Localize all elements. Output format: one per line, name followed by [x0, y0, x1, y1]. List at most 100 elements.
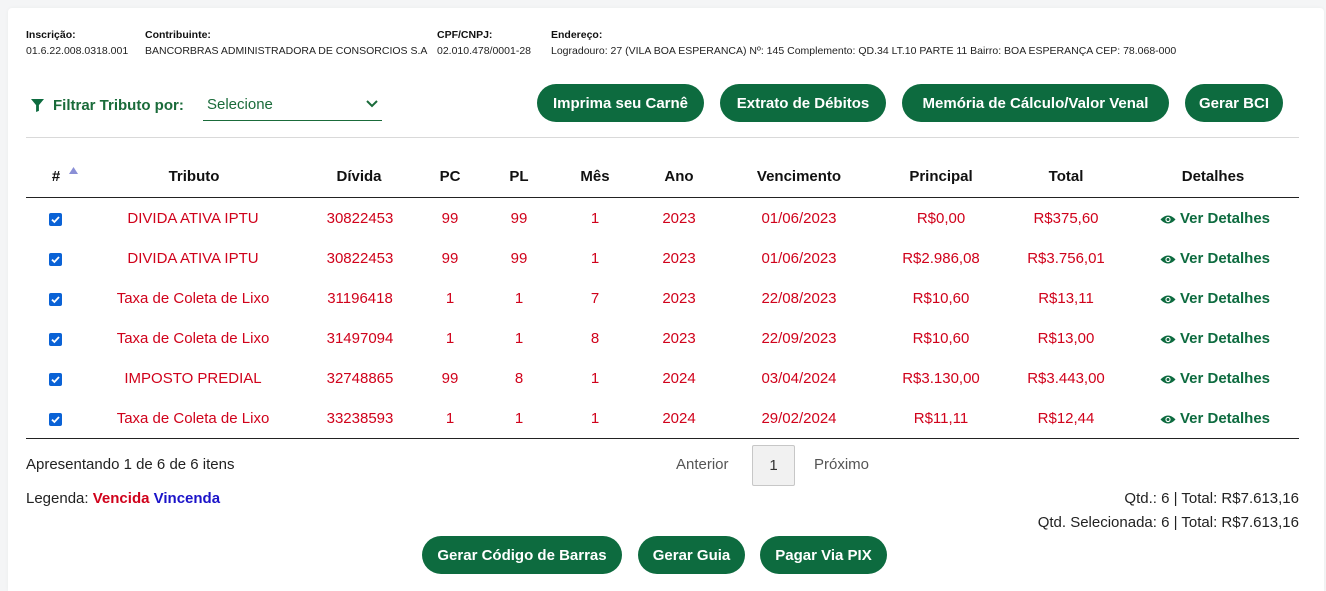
view-details-link[interactable]: Ver Detalhes: [1145, 239, 1285, 279]
cpf-block: CPF/CNPJ: 02.010.478/0001-28: [437, 27, 531, 59]
tribute-filter: Filtrar Tributo por:: [31, 88, 184, 122]
col-header-ano[interactable]: Ano: [654, 168, 704, 185]
cell-pc: 99: [441, 370, 459, 387]
inscricao-value: 01.6.22.008.0318.001: [26, 45, 129, 57]
eye-icon: [1160, 295, 1176, 303]
view-details-link[interactable]: Ver Detalhes: [1145, 399, 1285, 439]
pagination-next[interactable]: Próximo: [814, 456, 869, 473]
checkmark-icon: [51, 336, 60, 344]
cell-tributo: Taxa de Coleta de Lixo: [116, 410, 270, 427]
legend-label: Legenda:: [26, 490, 89, 507]
cell-mes: 1: [590, 370, 600, 387]
col-header-total[interactable]: Total: [1016, 168, 1116, 185]
endereco-label: Endereço:: [551, 29, 603, 41]
barcode-button[interactable]: Gerar Código de Barras: [422, 536, 622, 574]
cell-total: R$3.756,01: [1027, 250, 1105, 267]
print-carne-button[interactable]: Imprima seu Carnê: [537, 84, 704, 122]
col-header-pc[interactable]: PC: [425, 168, 475, 185]
col-header-index[interactable]: #: [46, 168, 66, 185]
tribute-select[interactable]: Selecione: [203, 88, 382, 121]
debt-statement-button[interactable]: Extrato de Débitos: [720, 84, 886, 122]
row-checkbox[interactable]: [49, 333, 62, 346]
table-row: DIVIDA ATIVA IPTU 30822453 99 99 1 2023 01/06/…: [26, 199, 1299, 239]
view-details-link[interactable]: Ver Detalhes: [1145, 199, 1285, 239]
view-details-link[interactable]: Ver Detalhes: [1145, 279, 1285, 319]
view-details-link[interactable]: Ver Detalhes: [1145, 319, 1285, 359]
cell-pl: 99: [510, 250, 528, 267]
pix-payment-button[interactable]: Pagar Via PIX: [760, 536, 887, 574]
cell-divida: 30822453: [326, 210, 394, 227]
col-header-principal[interactable]: Principal: [886, 168, 996, 185]
qty-total: Qtd.: 6 | Total: R$7.613,16: [1124, 490, 1299, 507]
cell-tributo: IMPOSTO PREDIAL: [124, 370, 262, 387]
eye-icon: [1160, 255, 1176, 263]
col-header-mes[interactable]: Mês: [570, 168, 620, 185]
cell-pl: 1: [514, 330, 524, 347]
table-row: DIVIDA ATIVA IPTU 30822453 99 99 1 2023 01/06/…: [26, 239, 1299, 279]
contribuinte-value: BANCORBRAS ADMINISTRADORA DE CONSORCIOS …: [145, 45, 428, 57]
contribuinte-block: Contribuinte: BANCORBRAS ADMINISTRADORA …: [145, 27, 427, 59]
cell-total: R$13,00: [1037, 330, 1095, 347]
row-checkbox[interactable]: [49, 253, 62, 266]
generate-guide-button[interactable]: Gerar Guia: [638, 536, 745, 574]
row-checkbox[interactable]: [49, 213, 62, 226]
view-details-label: Ver Detalhes: [1179, 370, 1271, 387]
table-row: Taxa de Coleta de Lixo 31196418 1 1 7 2023 22/…: [26, 279, 1299, 319]
cell-principal: R$10,60: [912, 290, 970, 307]
cell-ano: 2023: [662, 210, 696, 227]
table-row: Taxa de Coleta de Lixo 33238593 1 1 1 2024 29/…: [26, 399, 1299, 439]
cell-pc: 1: [445, 330, 455, 347]
filter-label: Filtrar Tributo por:: [53, 96, 184, 114]
checkmark-icon: [51, 296, 60, 304]
col-header-vencimento[interactable]: Vencimento: [739, 168, 859, 185]
checkmark-icon: [51, 376, 60, 384]
cell-ano: 2023: [662, 330, 696, 347]
row-checkbox[interactable]: [49, 373, 62, 386]
divider: [26, 137, 1299, 138]
col-header-detalhes: Detalhes: [1181, 168, 1245, 185]
cell-divida: 33238593: [326, 410, 394, 427]
eye-icon: [1160, 335, 1176, 343]
row-checkbox[interactable]: [49, 413, 62, 426]
table-footer-divider: [26, 438, 1299, 439]
pagination-prev[interactable]: Anterior: [676, 456, 729, 473]
cell-vencimento: 22/08/2023: [761, 290, 837, 307]
cell-ano: 2023: [662, 250, 696, 267]
calc-memory-button[interactable]: Memória de Cálculo/Valor Venal: [902, 84, 1169, 122]
cell-mes: 1: [590, 210, 600, 227]
view-details-link[interactable]: Ver Detalhes: [1145, 359, 1285, 399]
eye-icon: [1160, 375, 1176, 383]
cell-vencimento: 29/02/2024: [761, 410, 837, 427]
cell-tributo: Taxa de Coleta de Lixo: [116, 330, 270, 347]
generate-bci-button[interactable]: Gerar BCI: [1185, 84, 1283, 122]
legend: Legenda: Vencida Vincenda: [26, 490, 220, 507]
cell-principal: R$2.986,08: [902, 250, 980, 267]
cell-mes: 1: [590, 410, 600, 427]
cell-ano: 2024: [662, 410, 696, 427]
cpf-value: 02.010.478/0001-28: [437, 45, 532, 57]
qty-selected-total: Qtd. Selecionada: 6 | Total: R$7.613,16: [1037, 514, 1299, 531]
cell-pl: 1: [514, 290, 524, 307]
view-details-label: Ver Detalhes: [1179, 250, 1271, 267]
checkmark-icon: [51, 216, 60, 224]
cell-mes: 1: [590, 250, 600, 267]
eye-icon: [1160, 215, 1176, 223]
col-header-tributo[interactable]: Tributo: [134, 168, 254, 185]
cell-vencimento: 01/06/2023: [761, 250, 837, 267]
view-details-label: Ver Detalhes: [1179, 290, 1271, 307]
sort-asc-icon[interactable]: [69, 167, 78, 174]
col-header-divida[interactable]: Dívida: [319, 168, 399, 185]
filter-icon: [31, 98, 44, 112]
eye-icon: [1160, 415, 1176, 423]
contribuinte-label: Contribuinte:: [145, 29, 211, 41]
cell-pc: 1: [445, 410, 455, 427]
cell-ano: 2024: [662, 370, 696, 387]
cell-pl: 99: [510, 210, 528, 227]
row-checkbox[interactable]: [49, 293, 62, 306]
cell-tributo: DIVIDA ATIVA IPTU: [127, 250, 259, 267]
col-header-pl[interactable]: PL: [494, 168, 544, 185]
cell-divida: 32748865: [326, 370, 394, 387]
legend-overdue: Vencida: [92, 490, 150, 507]
table-row: IMPOSTO PREDIAL 32748865 99 8 1 2024 03/04/202…: [26, 359, 1299, 399]
pagination-page-1[interactable]: 1: [752, 445, 795, 486]
